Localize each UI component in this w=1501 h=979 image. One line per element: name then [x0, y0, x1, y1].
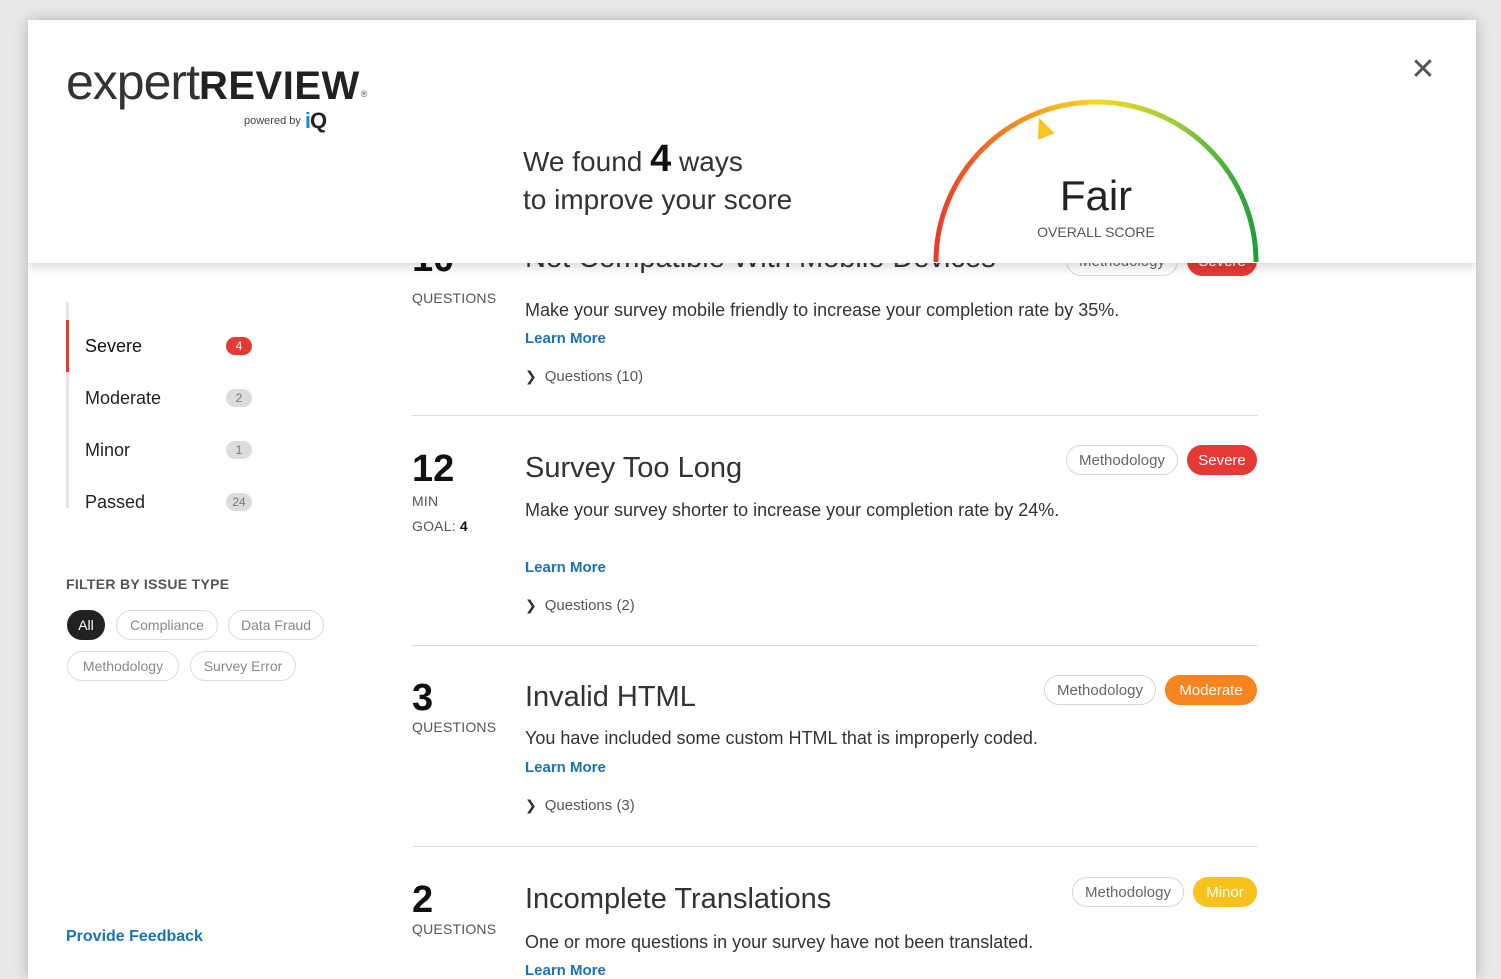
severity-label: Severe: [85, 335, 143, 356]
issue-unit: QUESTIONS: [412, 719, 497, 735]
questions-toggle-label: Questions (3): [544, 797, 635, 814]
learn-more-link[interactable]: Learn More: [525, 962, 606, 979]
chevron-right-icon: ❯: [525, 597, 537, 613]
questions-toggle-label: Questions (2): [544, 597, 635, 614]
issue-count: 4: [650, 138, 672, 180]
headline-line2: to improve your score: [523, 184, 793, 215]
issue-title: Survey Too Long: [525, 452, 743, 484]
chevron-right-icon: ❯: [525, 797, 537, 813]
goal-label: GOAL:: [412, 518, 456, 534]
headline-prefix: We found: [523, 146, 643, 177]
issue-survey-too-long: 12 MIN GOAL: 4 Survey Too Long Methodolo…: [412, 445, 1258, 618]
score-gauge: Fair OVERALL SCORE: [926, 90, 1266, 270]
expert-review-logo: expertREVIEW® powered by iQ: [66, 52, 367, 133]
gauge-pointer-icon: [1037, 117, 1055, 140]
iq-logo-icon: iQ: [304, 108, 327, 133]
tag-methodology[interactable]: Methodology: [1072, 877, 1184, 907]
expert-review-modal: 10 QUESTIONS Not Compatible With Mobile …: [28, 20, 1476, 979]
filter-chip-compliance[interactable]: Compliance: [116, 610, 218, 640]
filter-chip-all[interactable]: All: [67, 610, 105, 640]
count-badge: 1: [226, 441, 252, 459]
divider: [412, 415, 1258, 416]
issue-count: 12: [412, 448, 455, 490]
issue-unit: QUESTIONS: [412, 921, 497, 937]
severity-item-severe[interactable]: Severe 4: [66, 320, 266, 372]
issue-goal: GOAL: 4: [412, 518, 468, 534]
provide-feedback-link[interactable]: Provide Feedback: [66, 928, 203, 946]
count-badge: 24: [226, 493, 252, 511]
severity-label: Moderate: [85, 387, 162, 408]
divider: [412, 645, 1258, 646]
learn-more-link[interactable]: Learn More: [525, 759, 606, 776]
count-badge: 4: [226, 337, 252, 355]
tag-moderate[interactable]: Moderate: [1165, 675, 1257, 705]
issue-count: 3: [412, 677, 434, 719]
learn-more-link[interactable]: Learn More: [525, 559, 606, 576]
header: expertREVIEW® powered by iQ We found 4 w…: [28, 20, 1476, 263]
questions-toggle[interactable]: ❯ Questions (10): [525, 368, 643, 385]
issue-description: Make your survey mobile friendly to incr…: [525, 300, 1120, 320]
filter-chip-survey-error[interactable]: Survey Error: [190, 651, 296, 681]
severity-nav: Severe 4 Moderate 2 Minor 1 Passed 24: [66, 302, 266, 512]
issue-count: 2: [412, 879, 434, 921]
score-caption: OVERALL SCORE: [1037, 224, 1155, 240]
questions-toggle[interactable]: ❯ Questions (3): [525, 797, 635, 814]
issue-description: One or more questions in your survey hav…: [525, 932, 1034, 952]
tag-methodology[interactable]: Methodology: [1066, 445, 1178, 475]
severity-label: Minor: [85, 439, 131, 460]
questions-toggle[interactable]: ❯ Questions (2): [525, 597, 635, 614]
tag-minor[interactable]: Minor: [1193, 877, 1257, 907]
close-button[interactable]: ✕: [1408, 52, 1438, 86]
filter-chip-data-fraud[interactable]: Data Fraud: [228, 610, 324, 640]
learn-more-link[interactable]: Learn More: [525, 330, 606, 347]
chevron-right-icon: ❯: [525, 368, 537, 384]
logo-powered-by: powered by iQ: [244, 108, 327, 133]
tag-severe[interactable]: Severe: [1187, 445, 1257, 475]
tag-methodology[interactable]: Methodology: [1044, 675, 1156, 705]
close-icon: ✕: [1410, 52, 1436, 86]
issue-unit: MIN: [412, 493, 439, 509]
headline-suffix: ways: [679, 146, 743, 177]
goal-value: 4: [459, 518, 468, 534]
issue-description: Make your survey shorter to increase you…: [525, 500, 1060, 520]
filter-chip-methodology[interactable]: Methodology: [67, 651, 179, 681]
issue-incomplete-translations: 2 QUESTIONS Incomplete Translations Meth…: [412, 877, 1258, 979]
issue-unit: QUESTIONS: [412, 290, 497, 306]
severity-item-passed[interactable]: Passed 24: [66, 476, 266, 528]
filter-title: FILTER BY ISSUE TYPE: [66, 576, 230, 592]
improvement-headline: We found 4 ways to improve your score: [523, 140, 792, 219]
severity-item-moderate[interactable]: Moderate 2: [66, 372, 266, 424]
divider: [412, 846, 1258, 847]
severity-label: Passed: [85, 491, 146, 512]
severity-item-minor[interactable]: Minor 1: [66, 424, 266, 476]
issue-invalid-html: 3 QUESTIONS Invalid HTML Methodology Mod…: [412, 675, 1258, 837]
issue-title: Invalid HTML: [525, 681, 696, 713]
score-rating: Fair: [1059, 172, 1133, 219]
issue-description: You have included some custom HTML that …: [525, 728, 1038, 748]
count-badge: 2: [226, 389, 252, 407]
questions-toggle-label: Questions (10): [544, 368, 644, 385]
issue-title: Incomplete Translations: [525, 883, 832, 915]
